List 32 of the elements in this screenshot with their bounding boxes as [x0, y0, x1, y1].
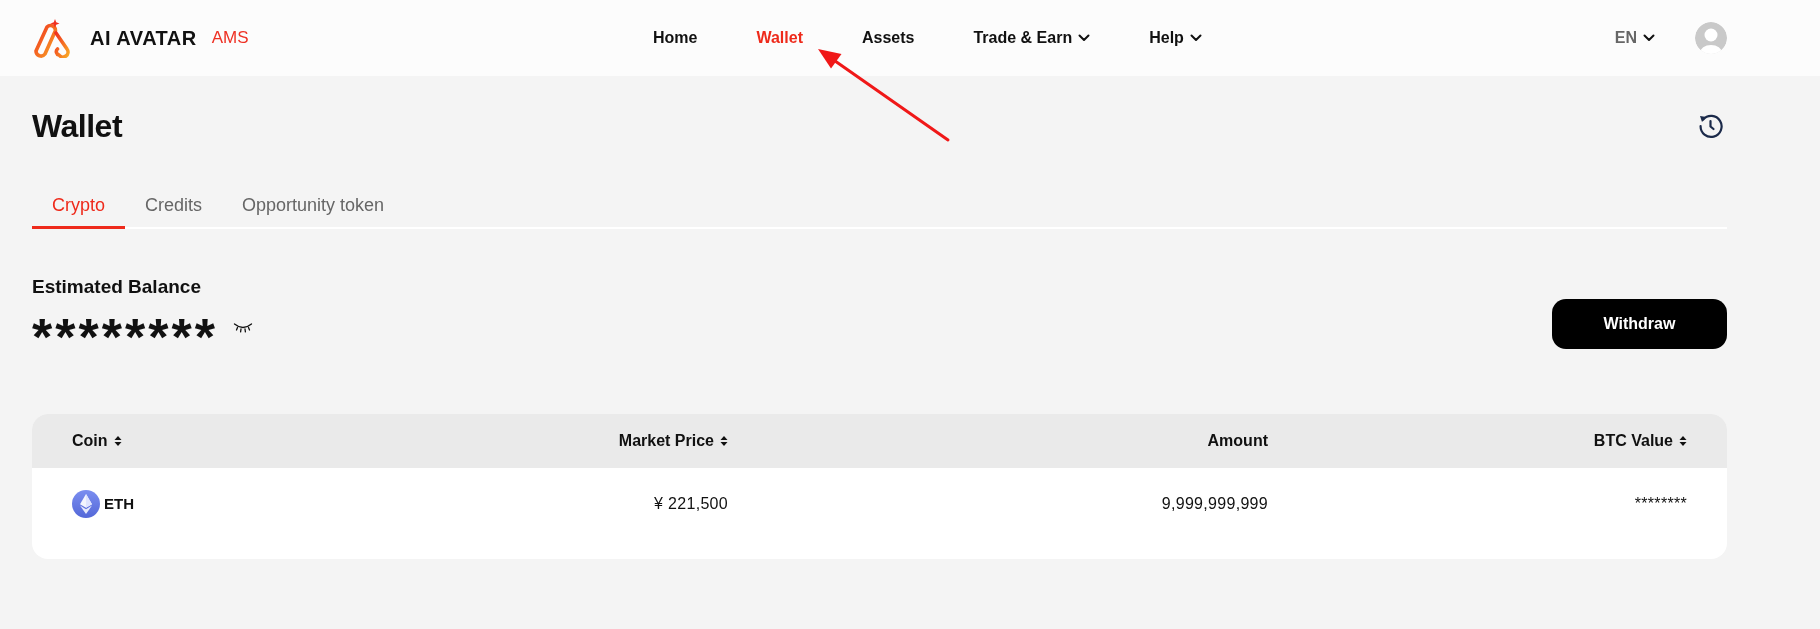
eye-closed-icon[interactable] [232, 321, 253, 333]
language-selector[interactable]: EN [1614, 26, 1655, 50]
column-header[interactable]: Market Price [618, 429, 728, 453]
balance-label: Estimated Balance [32, 275, 202, 299]
chevron-down-icon [1643, 34, 1655, 42]
sort-icon [720, 435, 728, 447]
balance-value: ******** [32, 307, 218, 347]
nav-link[interactable]: Wallet [756, 26, 803, 50]
nav-link[interactable]: Home [653, 26, 698, 50]
chevron-down-icon [1078, 34, 1091, 42]
tab[interactable]: Credits [125, 193, 223, 229]
diamond-coin-icon [72, 490, 100, 518]
table-cell-text: 9,999,999,999 [1161, 494, 1268, 514]
chevron-down-icon [1189, 34, 1202, 42]
page-title: Wallet [32, 108, 123, 144]
table-cell-text: ¥ 221,500 [654, 494, 728, 514]
tab[interactable]: Opportunity token [222, 193, 405, 229]
brand-name: AI AVATAR [90, 26, 197, 50]
column-header[interactable]: Coin [72, 429, 122, 453]
nav-link[interactable]: Trade & Earn [973, 26, 1091, 50]
table-cell-text: ******** [1634, 494, 1687, 514]
nav-link[interactable]: Assets [862, 26, 915, 50]
sort-icon [1679, 435, 1687, 447]
column-header[interactable]: BTC Value [1593, 429, 1687, 453]
withdraw-button[interactable]: Withdraw [1552, 299, 1727, 349]
nav-link[interactable]: Help [1149, 26, 1202, 50]
history-icon[interactable] [1698, 113, 1724, 139]
coin-name: ETH [104, 494, 134, 514]
column-header: Amount [1207, 431, 1268, 451]
brand-tag: AMS [211, 26, 249, 50]
sort-icon [113, 435, 122, 447]
tab[interactable]: Crypto [32, 193, 125, 229]
